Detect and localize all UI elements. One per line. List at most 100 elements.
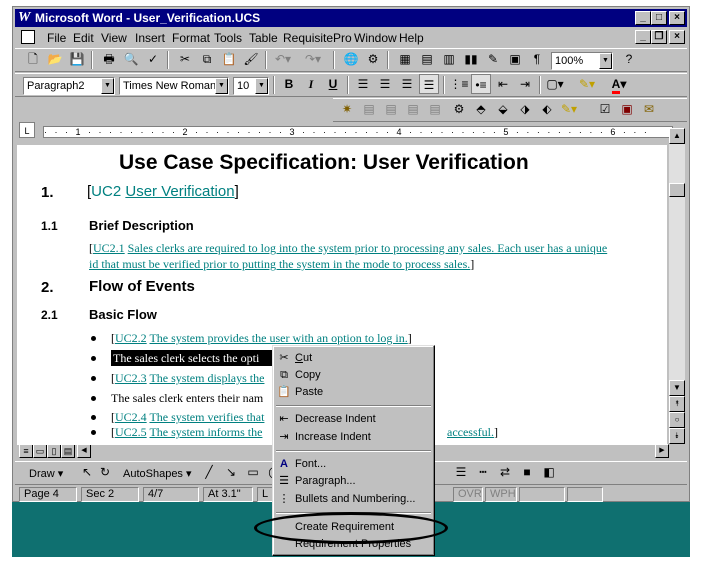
free-rotate-icon[interactable]: ↻ xyxy=(95,462,115,482)
menu-insert[interactable]: Insert xyxy=(135,31,165,45)
doc-restore-button[interactable]: ❐ xyxy=(651,30,667,44)
menu-help[interactable]: Help xyxy=(399,31,424,45)
web-toolbar-icon[interactable]: ⚙ xyxy=(363,49,383,69)
menu-window[interactable]: Window xyxy=(354,31,397,45)
hyperlink-icon[interactable]: 🌐 xyxy=(341,49,361,69)
menu-item-font[interactable]: Font... xyxy=(295,458,326,470)
menu-requisitepro[interactable]: RequisitePro xyxy=(283,31,352,45)
highlight-icon[interactable]: ✎▾ xyxy=(577,74,597,94)
dash-style-icon[interactable]: ┅ xyxy=(473,462,493,482)
underline-icon[interactable]: U xyxy=(323,74,343,94)
line-style-icon[interactable]: ☰ xyxy=(451,462,471,482)
menu-file[interactable]: File xyxy=(47,31,66,45)
select-objects-icon[interactable]: ↖ xyxy=(77,462,97,482)
increase-indent-icon[interactable]: ⇥ xyxy=(515,74,535,94)
menu-table[interactable]: Table xyxy=(249,31,278,45)
doc-close-button[interactable]: × xyxy=(669,30,685,44)
reqpro-icon[interactable]: ▤ xyxy=(359,99,379,119)
previous-page-icon[interactable]: ⯭ xyxy=(669,396,685,412)
tables-borders-icon[interactable]: ▦ xyxy=(395,49,415,69)
menu-item-copy[interactable]: Copy xyxy=(295,369,321,381)
scroll-left-icon[interactable]: ◀ xyxy=(77,444,91,458)
reqpro-icon[interactable]: ⬗ xyxy=(515,99,535,119)
undo-icon[interactable]: ↶▾ xyxy=(273,49,293,69)
scroll-up-icon[interactable]: ▲ xyxy=(669,128,685,144)
doc-minimize-button[interactable]: _ xyxy=(635,30,651,44)
zoom-select[interactable]: 100% ▼ xyxy=(551,52,613,70)
close-button[interactable]: × xyxy=(669,11,685,25)
reqpro-icon[interactable]: ▤ xyxy=(381,99,401,119)
menu-item-cut[interactable]: Cut xyxy=(295,352,312,364)
reqpro-icon[interactable]: ▤ xyxy=(425,99,445,119)
font-select[interactable]: Times New Roman ▼ xyxy=(119,77,229,95)
menu-item-paste[interactable]: Paste xyxy=(295,386,323,398)
justify-icon[interactable]: ☰ xyxy=(419,74,439,94)
document-icon[interactable] xyxy=(21,30,35,44)
reqpro-create-icon[interactable]: ✷ xyxy=(337,99,357,119)
new-icon[interactable]: 🗋 xyxy=(23,49,43,69)
redo-icon[interactable]: ↷▾ xyxy=(303,49,323,69)
numbering-icon[interactable]: ⋮≡ xyxy=(449,74,469,94)
reqpro-icon[interactable]: ▤ xyxy=(403,99,423,119)
reqpro-check-icon[interactable]: ☑ xyxy=(595,99,615,119)
reqpro-icon[interactable]: ⚙ xyxy=(449,99,469,119)
draw-menu[interactable]: Draw ▾ xyxy=(29,467,63,480)
copy-icon[interactable]: ⧉ xyxy=(197,49,217,69)
web-layout-icon[interactable]: ▭ xyxy=(33,444,47,458)
scroll-right-icon[interactable]: ▶ xyxy=(655,444,669,458)
tab-selector-icon[interactable]: L xyxy=(19,122,35,138)
arrow-icon[interactable]: ↘ xyxy=(221,462,241,482)
bold-icon[interactable]: B xyxy=(279,74,299,94)
mail-icon[interactable]: ✉ xyxy=(639,99,659,119)
print-preview-icon[interactable]: 🔍 xyxy=(121,49,141,69)
scroll-down-icon[interactable]: ▼ xyxy=(669,380,685,396)
horizontal-ruler[interactable]: · · · 1 · · · · · · · · · 2 · · · · · · … xyxy=(43,126,673,138)
spelling-icon[interactable]: ✓ xyxy=(143,49,163,69)
menu-tools[interactable]: Tools xyxy=(214,31,242,45)
paste-icon[interactable]: 📋 xyxy=(219,49,239,69)
drawing-icon[interactable]: ✎ xyxy=(483,49,503,69)
save-icon[interactable]: 💾 xyxy=(67,49,87,69)
rectangle-icon[interactable]: ▭ xyxy=(243,462,263,482)
print-icon[interactable]: 🖶 xyxy=(99,49,119,69)
font-size-select[interactable]: 10 ▼ xyxy=(233,77,269,95)
format-painter-icon[interactable]: 🖌 xyxy=(241,49,261,69)
insert-excel-icon[interactable]: ▥ xyxy=(439,49,459,69)
minimize-button[interactable]: _ xyxy=(635,11,651,25)
menu-edit[interactable]: Edit xyxy=(73,31,94,45)
italic-icon[interactable]: I xyxy=(301,74,321,94)
menu-item-decrease-indent[interactable]: Decrease Indent xyxy=(295,413,376,425)
menu-view[interactable]: View xyxy=(101,31,127,45)
status-overtype[interactable]: OVR xyxy=(453,487,483,502)
reqpro-icon[interactable]: ⬖ xyxy=(537,99,557,119)
menu-item-paragraph[interactable]: Paragraph... xyxy=(295,475,356,487)
style-select[interactable]: Paragraph2 ▼ xyxy=(23,77,115,95)
next-page-icon[interactable]: ⯯ xyxy=(669,428,685,444)
insert-table-icon[interactable]: ▤ xyxy=(417,49,437,69)
menu-item-bullets-numbering[interactable]: Bullets and Numbering... xyxy=(295,493,415,505)
bullets-icon[interactable]: •≡ xyxy=(471,74,491,94)
menu-item-increase-indent[interactable]: Increase Indent xyxy=(295,431,371,443)
decrease-indent-icon[interactable]: ⇤ xyxy=(493,74,513,94)
align-right-icon[interactable]: ☰ xyxy=(397,74,417,94)
print-layout-icon[interactable]: ▯ xyxy=(47,444,61,458)
columns-icon[interactable]: ▮▮ xyxy=(461,49,481,69)
outline-view-icon[interactable]: ▤ xyxy=(61,444,75,458)
align-left-icon[interactable]: ☰ xyxy=(353,74,373,94)
center-icon[interactable]: ☰ xyxy=(375,74,395,94)
reqpro-icon[interactable]: ▣ xyxy=(617,99,637,119)
autoshapes-menu[interactable]: AutoShapes ▾ xyxy=(123,467,192,480)
help-icon[interactable]: ? xyxy=(619,49,639,69)
vertical-scrollbar[interactable]: ▲ ▼ ⯭ ○ ⯯ xyxy=(669,128,685,444)
menu-format[interactable]: Format xyxy=(172,31,210,45)
border-icon[interactable]: ▢▾ xyxy=(545,74,565,94)
normal-view-icon[interactable]: ≡ xyxy=(19,444,33,458)
font-color-icon[interactable]: A▾ xyxy=(609,74,629,94)
3d-icon[interactable]: ◧ xyxy=(539,462,559,482)
maximize-button[interactable]: □ xyxy=(651,11,667,25)
shadow-icon[interactable]: ■ xyxy=(517,462,537,482)
cut-icon[interactable]: ✂ xyxy=(175,49,195,69)
line-icon[interactable]: ╱ xyxy=(199,462,219,482)
show-hide-icon[interactable]: ¶ xyxy=(527,49,547,69)
reqpro-icon[interactable]: ⬙ xyxy=(493,99,513,119)
